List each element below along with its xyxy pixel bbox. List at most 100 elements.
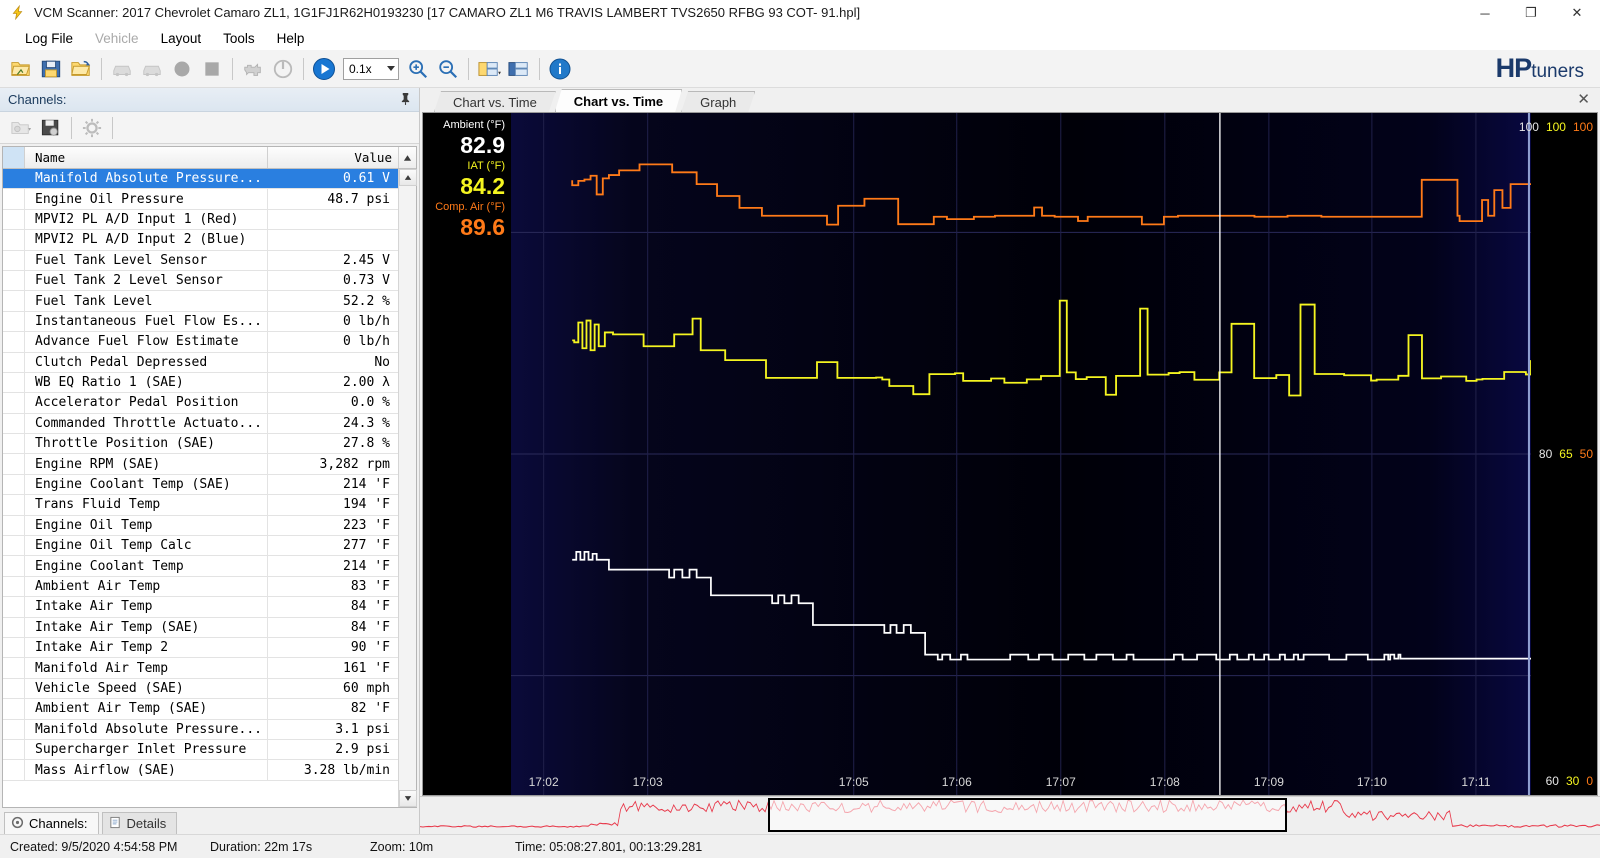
table-row[interactable]: Engine Oil Temp Calc 277 'F bbox=[3, 536, 398, 557]
pin-icon[interactable] bbox=[400, 92, 411, 108]
row-select-cell[interactable] bbox=[3, 189, 25, 209]
table-row[interactable]: WB EQ Ratio 1 (SAE) 2.00 λ bbox=[3, 372, 398, 394]
minimize-button[interactable]: ─ bbox=[1462, 0, 1508, 26]
table-row[interactable]: Intake Air Temp 2 90 'F bbox=[3, 637, 398, 659]
row-select-cell[interactable] bbox=[3, 209, 25, 230]
chart-plot[interactable]: 17:02 17:03 17:05 17:06 17:07 17:08 17:09 17:10… bbox=[511, 113, 1531, 795]
table-row[interactable]: Engine Coolant Temp 214 'F bbox=[3, 556, 398, 577]
table-row[interactable]: Manifold Air Temp 161 'F bbox=[3, 658, 398, 679]
maximize-button[interactable]: ❐ bbox=[1508, 0, 1554, 26]
tab-details[interactable]: Details bbox=[101, 812, 178, 834]
table-row[interactable]: Ambient Air Temp (SAE) 82 'F bbox=[3, 699, 398, 720]
open-recent-icon[interactable] bbox=[66, 54, 96, 84]
layout-dropdown-icon[interactable] bbox=[474, 54, 504, 84]
menu-layout[interactable]: Layout bbox=[150, 29, 213, 48]
layout-save-icon[interactable] bbox=[504, 54, 534, 84]
row-select-cell[interactable] bbox=[3, 291, 25, 311]
open-file-icon[interactable] bbox=[6, 54, 36, 84]
open-channel-config-icon[interactable] bbox=[6, 113, 36, 143]
row-select-cell[interactable] bbox=[3, 434, 25, 454]
channel-settings-icon[interactable] bbox=[77, 113, 107, 143]
table-row[interactable]: Fuel Tank 2 Level Sensor 0.73 V bbox=[3, 270, 398, 292]
table-row[interactable]: Intake Air Temp (SAE) 84 'F bbox=[3, 617, 398, 638]
table-row[interactable]: Ambient Air Temp 83 'F bbox=[3, 576, 398, 598]
close-tab-icon[interactable]: ✕ bbox=[1577, 90, 1590, 108]
zoom-out-icon[interactable] bbox=[433, 54, 463, 84]
name-column-header[interactable]: Name bbox=[25, 147, 268, 168]
row-select-cell[interactable] bbox=[3, 617, 25, 637]
menu-log-file[interactable]: Log File bbox=[14, 29, 84, 48]
table-row[interactable]: Commanded Throttle Actuato... 24.3 % bbox=[3, 413, 398, 435]
row-select-cell[interactable] bbox=[3, 454, 25, 474]
close-button[interactable]: ✕ bbox=[1554, 0, 1600, 26]
table-row[interactable]: Instantaneous Fuel Flow Es... 0 lb/h bbox=[3, 311, 398, 333]
row-select-cell[interactable] bbox=[3, 576, 25, 597]
chart-tab-graph[interactable]: Graph bbox=[681, 91, 755, 112]
info-icon[interactable] bbox=[545, 54, 575, 84]
play-icon[interactable] bbox=[309, 54, 339, 84]
row-select-cell[interactable] bbox=[3, 637, 25, 658]
row-select-cell[interactable] bbox=[3, 270, 25, 291]
row-select-cell[interactable] bbox=[3, 536, 25, 556]
row-select-cell[interactable] bbox=[3, 474, 25, 495]
row-channel-name: Trans Fluid Temp bbox=[25, 495, 268, 515]
row-select-cell[interactable] bbox=[3, 699, 25, 719]
table-row[interactable]: Trans Fluid Temp 194 'F bbox=[3, 495, 398, 516]
row-select-cell[interactable] bbox=[3, 719, 25, 739]
row-select-cell[interactable] bbox=[3, 597, 25, 617]
row-select-cell[interactable] bbox=[3, 332, 25, 352]
value-column-header[interactable]: Value bbox=[268, 147, 398, 168]
row-select-cell[interactable] bbox=[3, 678, 25, 699]
table-row[interactable]: Manifold Absolute Pressure... 0.61 V bbox=[3, 169, 398, 190]
table-row[interactable]: Intake Air Temp 84 'F bbox=[3, 597, 398, 618]
row-select-cell[interactable] bbox=[3, 393, 25, 413]
row-select-cell[interactable] bbox=[3, 495, 25, 515]
row-select-cell[interactable] bbox=[3, 250, 25, 270]
table-row[interactable]: Clutch Pedal Depressed No bbox=[3, 352, 398, 373]
playback-rate-select[interactable]: 0.1x bbox=[343, 57, 399, 80]
row-channel-name: Mass Airflow (SAE) bbox=[25, 760, 268, 780]
menu-help[interactable]: Help bbox=[266, 29, 316, 48]
zoom-in-icon[interactable] bbox=[403, 54, 433, 84]
log-overview-strip[interactable] bbox=[420, 796, 1600, 834]
table-row[interactable]: Fuel Tank Level 52.2 % bbox=[3, 291, 398, 312]
row-select-cell[interactable] bbox=[3, 169, 25, 189]
channels-vertical-scrollbar[interactable] bbox=[398, 169, 417, 807]
row-select-cell[interactable] bbox=[3, 556, 25, 576]
table-row[interactable]: Throttle Position (SAE) 27.8 % bbox=[3, 434, 398, 455]
sort-ascending-icon[interactable] bbox=[398, 147, 416, 168]
table-row[interactable]: Advance Fuel Flow Estimate 0 lb/h bbox=[3, 332, 398, 353]
row-select-cell[interactable] bbox=[3, 230, 25, 250]
table-row[interactable]: Engine Coolant Temp (SAE) 214 'F bbox=[3, 474, 398, 496]
row-select-cell[interactable] bbox=[3, 372, 25, 393]
row-channel-value: No bbox=[374, 354, 390, 370]
y-axis-tick-label: 65 bbox=[1559, 447, 1573, 461]
row-select-cell[interactable] bbox=[3, 658, 25, 678]
row-select-cell[interactable] bbox=[3, 515, 25, 536]
scroll-down-button[interactable] bbox=[398, 790, 417, 807]
table-row[interactable]: Engine Oil Pressure 48.7 psi bbox=[3, 189, 398, 210]
row-select-cell[interactable] bbox=[3, 413, 25, 434]
table-row[interactable]: Supercharger Inlet Pressure 2.9 psi bbox=[3, 739, 398, 761]
overview-selection-window[interactable] bbox=[768, 798, 1288, 832]
row-select-cell[interactable] bbox=[3, 760, 25, 780]
row-select-cell[interactable] bbox=[3, 739, 25, 760]
table-row[interactable]: Vehicle Speed (SAE) 60 mph bbox=[3, 678, 398, 700]
menu-tools[interactable]: Tools bbox=[212, 29, 266, 48]
save-file-icon[interactable] bbox=[36, 54, 66, 84]
chart-tab-1[interactable]: Chart vs. Time bbox=[434, 91, 556, 112]
table-row[interactable]: Fuel Tank Level Sensor 2.45 V bbox=[3, 250, 398, 271]
chart-tab-2[interactable]: Chart vs. Time bbox=[555, 89, 682, 112]
table-row[interactable]: Manifold Absolute Pressure... 3.1 psi bbox=[3, 719, 398, 740]
table-row[interactable]: Accelerator Pedal Position 0.0 % bbox=[3, 393, 398, 414]
save-channel-config-icon[interactable] bbox=[36, 113, 66, 143]
scroll-up-button[interactable] bbox=[398, 169, 417, 186]
table-row[interactable]: Engine Oil Temp 223 'F bbox=[3, 515, 398, 537]
row-select-cell[interactable] bbox=[3, 311, 25, 332]
tab-channels[interactable]: Channels: bbox=[4, 812, 99, 834]
table-row[interactable]: MPVI2 PL A/D Input 2 (Blue) bbox=[3, 230, 398, 251]
table-row[interactable]: Mass Airflow (SAE) 3.28 lb/min bbox=[3, 760, 398, 781]
table-row[interactable]: MPVI2 PL A/D Input 1 (Red) bbox=[3, 209, 398, 231]
table-row[interactable]: Engine RPM (SAE) 3,282 rpm bbox=[3, 454, 398, 475]
row-select-cell[interactable] bbox=[3, 352, 25, 372]
